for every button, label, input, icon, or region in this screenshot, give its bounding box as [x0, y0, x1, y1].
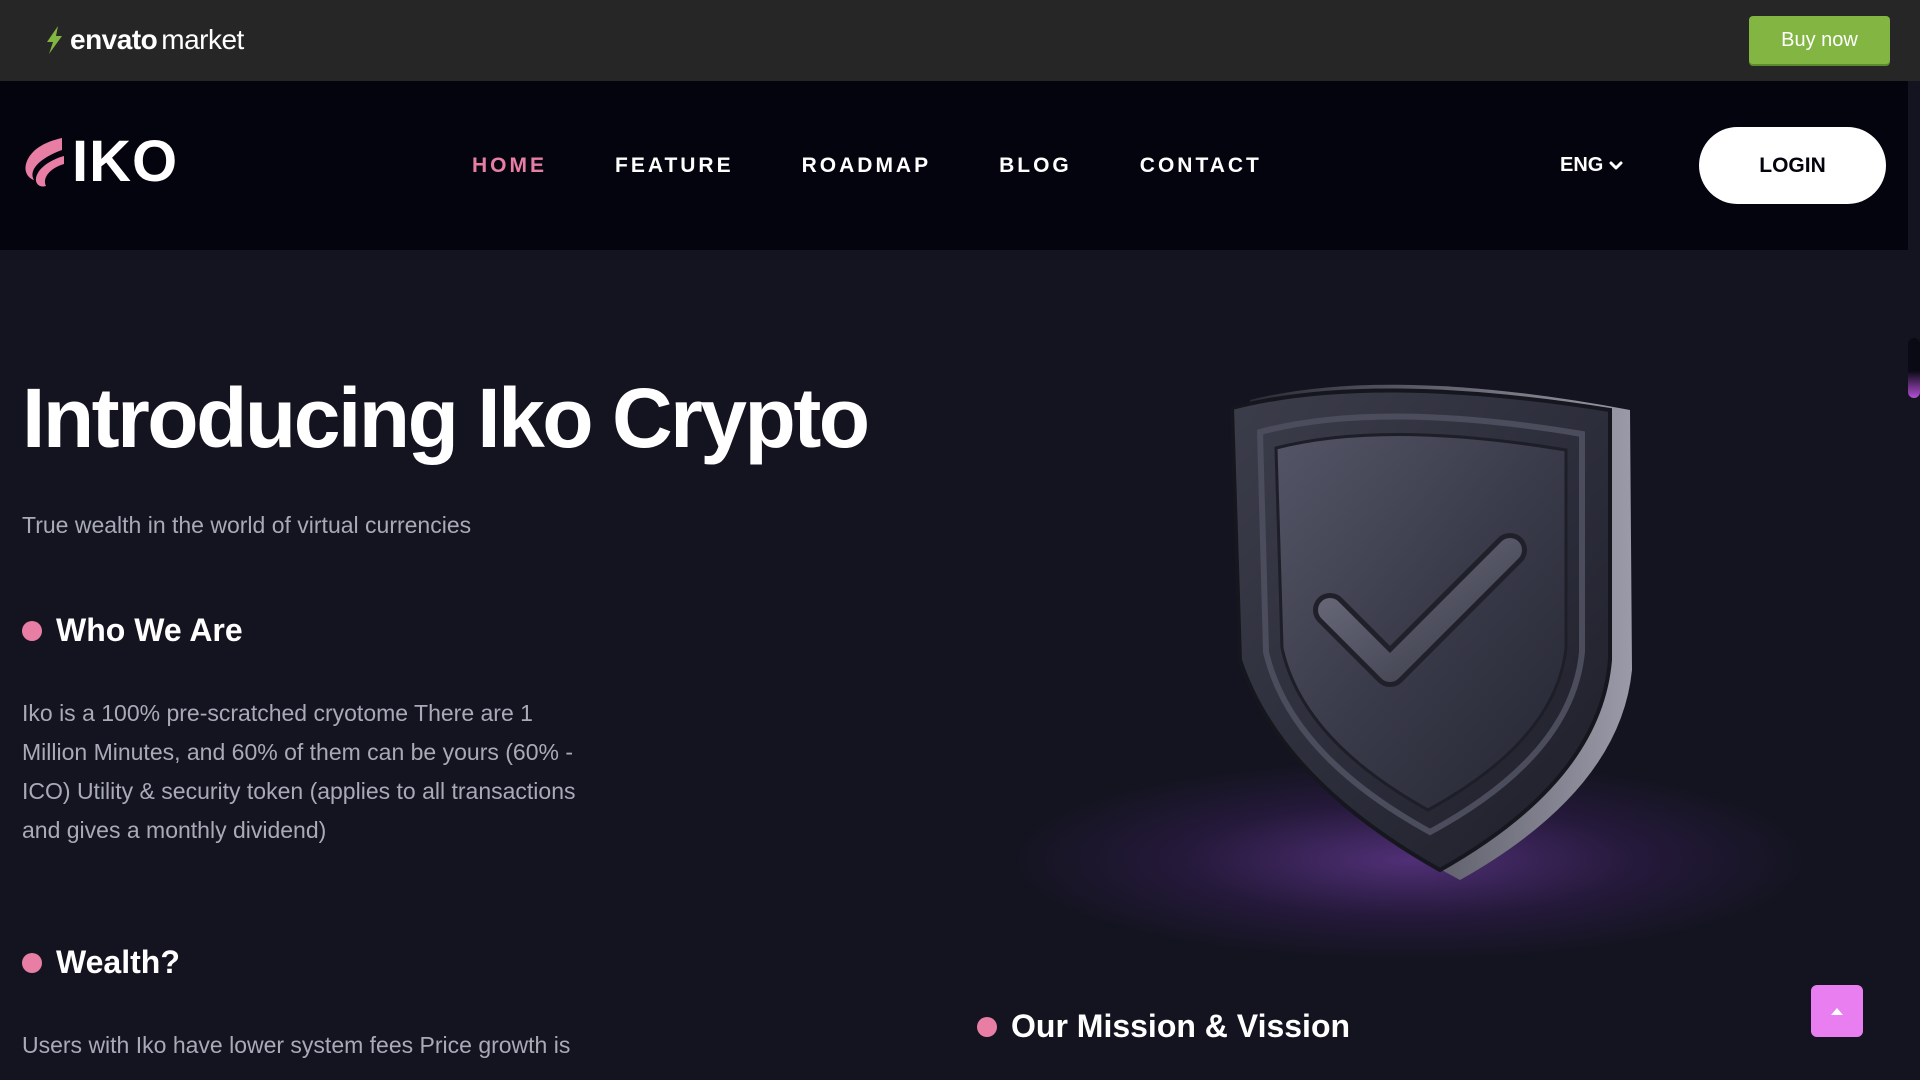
nav-roadmap[interactable]: ROADMAP — [802, 154, 932, 178]
chevron-up-icon — [1831, 1008, 1843, 1015]
bullet-dot — [977, 1016, 997, 1037]
shield-check-icon — [1229, 384, 1632, 880]
wealth-heading: Wealth? — [22, 944, 180, 981]
nav-contact[interactable]: CONTACT — [1140, 154, 1262, 178]
hero-subtitle: True wealth in the world of virtual curr… — [22, 512, 472, 538]
iko-logo-icon — [25, 138, 64, 187]
who-we-are-title: Who We Are — [56, 612, 243, 648]
who-we-are-text: Iko is a 100% pre-scratched cryotome The… — [22, 694, 622, 850]
site-logo[interactable]: IKO — [22, 133, 178, 191]
nav-blog[interactable]: BLOG — [999, 154, 1072, 178]
bullet-dot — [22, 952, 42, 973]
scrollbar-thumb[interactable] — [1908, 338, 1920, 398]
wealth-title: Wealth? — [56, 944, 180, 980]
login-button[interactable]: LOGIN — [1699, 127, 1886, 204]
site-header: IKO HOME FEATURE ROADMAP BLOG CONTACT EN… — [0, 81, 1908, 250]
scroll-to-top-button[interactable] — [1811, 985, 1863, 1037]
mission-heading: Our Mission & Vission — [977, 1008, 1350, 1045]
who-line: Iko is a 100% pre-scratched cryotome The… — [22, 700, 533, 726]
logo-text: IKO — [72, 129, 179, 194]
chevron-down-icon — [1609, 161, 1623, 169]
envato-leaf-icon — [47, 26, 62, 54]
wealth-text: Users with Iko have lower system fees Pr… — [22, 1026, 622, 1065]
who-line: Million Minutes, and 60% of them can be … — [22, 739, 573, 765]
who-line: ICO) Utility & security token (applies t… — [22, 778, 576, 804]
who-we-are-heading: Who We Are — [22, 612, 243, 649]
wealth-line: Users with Iko have lower system fees Pr… — [22, 1032, 571, 1058]
language-label: ENG — [1560, 154, 1604, 176]
who-line: and gives a monthly dividend) — [22, 817, 327, 843]
language-selector[interactable]: ENG — [1560, 81, 1623, 250]
bullet-dot — [22, 620, 42, 641]
buy-now-button[interactable]: Buy now — [1749, 16, 1890, 64]
scrollbar-track[interactable] — [1908, 81, 1920, 1080]
envato-bar: envato market Buy now — [0, 0, 1920, 81]
envato-market-label: market — [161, 24, 244, 55]
main-nav: HOME FEATURE ROADMAP BLOG CONTACT — [472, 81, 1330, 250]
mission-title: Our Mission & Vission — [1011, 1008, 1351, 1044]
envato-brand: envato — [70, 24, 158, 55]
hero-title: Introducing Iko Crypto — [22, 371, 870, 465]
nav-feature[interactable]: FEATURE — [615, 154, 734, 178]
envato-logo[interactable]: envato market — [42, 22, 244, 58]
nav-home[interactable]: HOME — [472, 154, 547, 178]
